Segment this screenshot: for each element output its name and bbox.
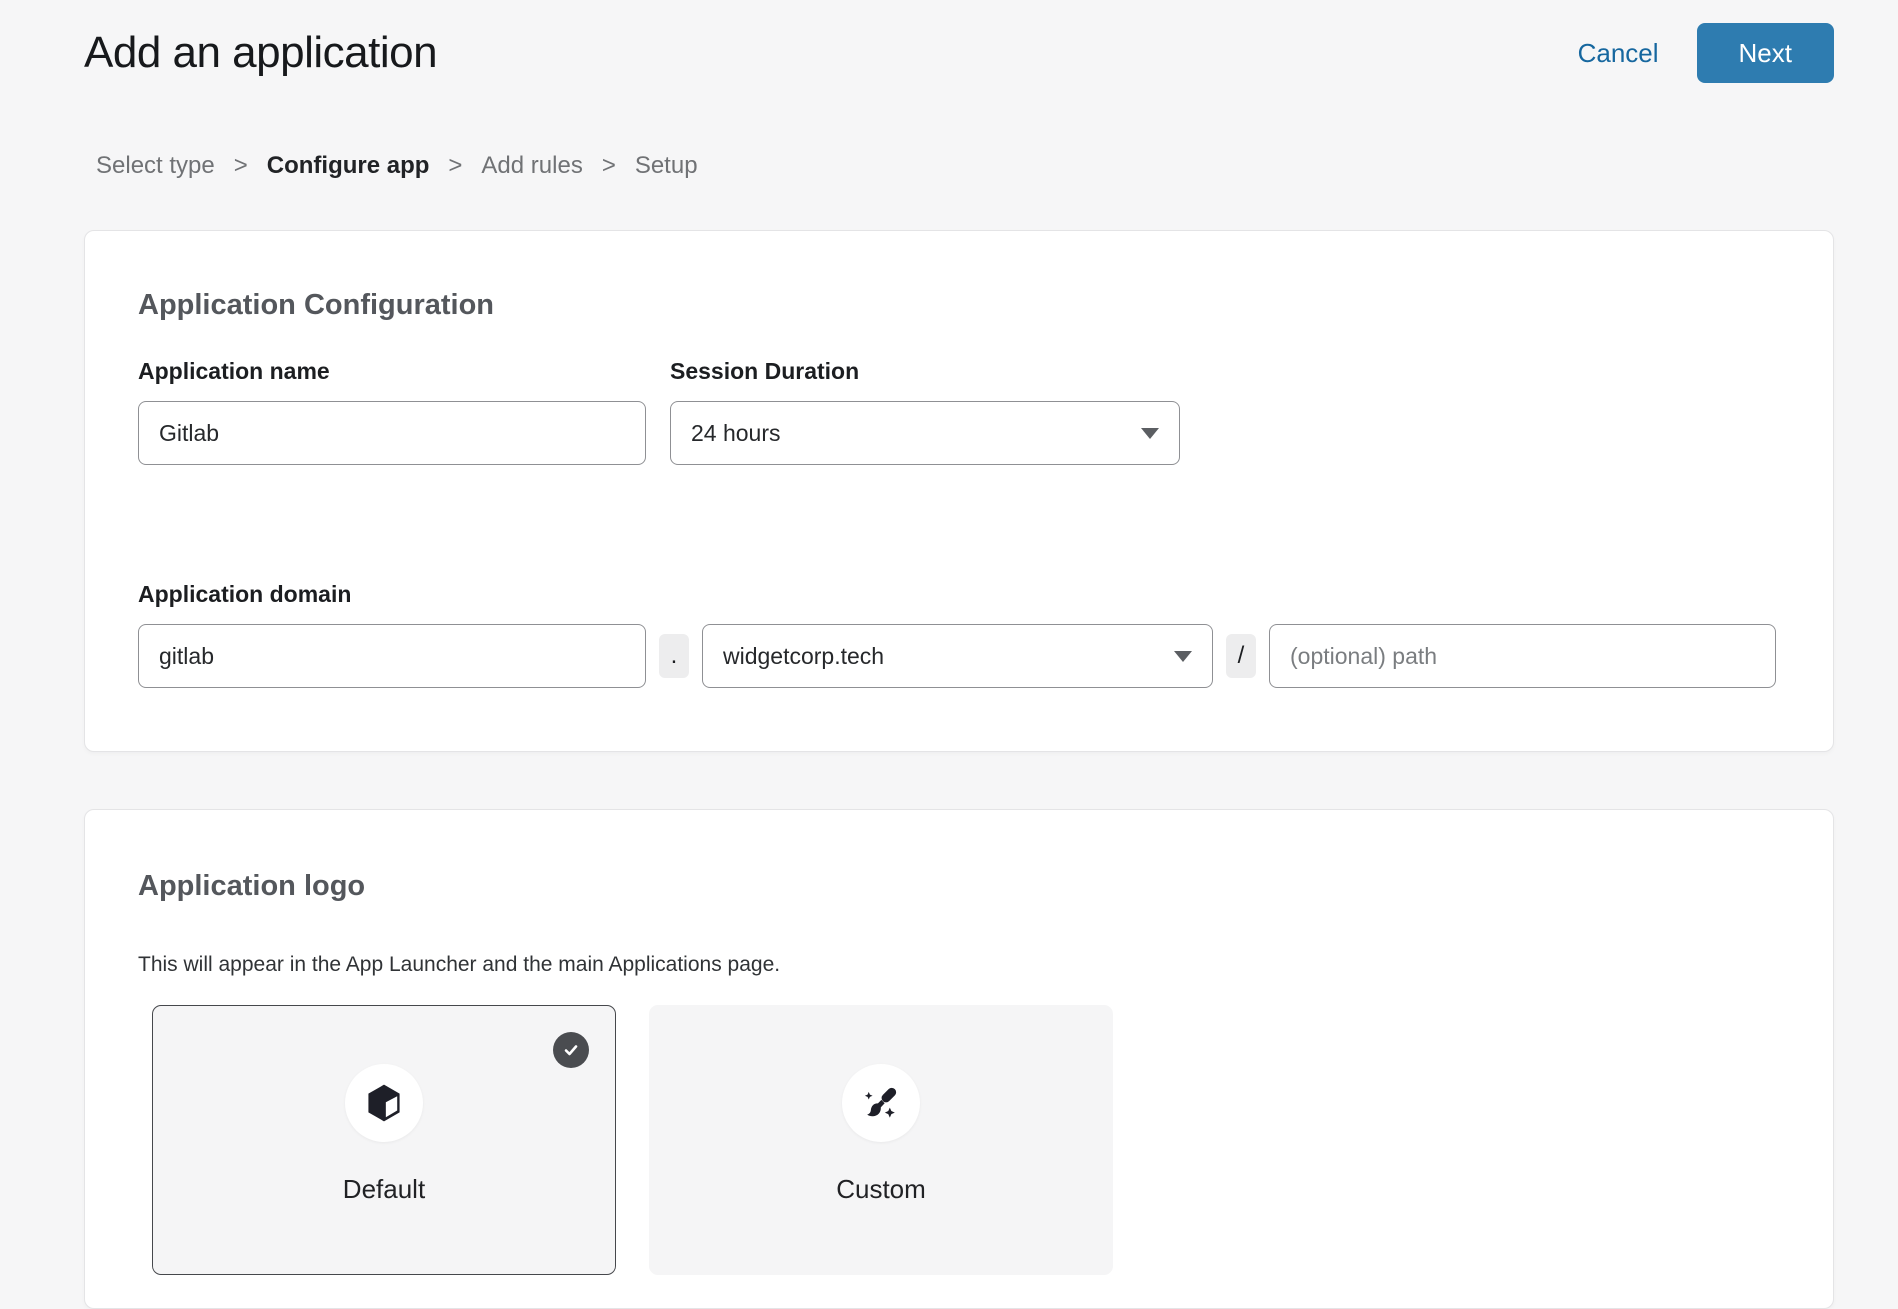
logo-option-label: Default bbox=[343, 1174, 425, 1205]
session-duration-field-group: Session Duration 24 hours bbox=[670, 358, 1180, 465]
application-name-field-group: Application name bbox=[138, 358, 646, 465]
selected-check-icon bbox=[553, 1032, 589, 1068]
application-domain-label: Application domain bbox=[138, 581, 1776, 608]
breadcrumb: Select type > Configure app > Add rules … bbox=[96, 152, 1898, 180]
name-duration-row: Application name Session Duration 24 hou… bbox=[138, 358, 1776, 465]
chevron-down-icon bbox=[1141, 428, 1159, 439]
dot-separator: . bbox=[659, 634, 689, 678]
subdomain-input[interactable] bbox=[138, 624, 646, 688]
application-name-label: Application name bbox=[138, 358, 330, 384]
breadcrumb-separator: > bbox=[448, 152, 462, 180]
application-logo-card: Application logo This will appear in the… bbox=[84, 809, 1834, 1309]
slash-separator: / bbox=[1226, 634, 1256, 678]
page-header: Add an application Cancel Next bbox=[0, 0, 1898, 86]
breadcrumb-step-select-type[interactable]: Select type bbox=[96, 152, 215, 180]
paintbrush-icon bbox=[858, 1080, 904, 1126]
cube-icon bbox=[362, 1081, 406, 1125]
application-configuration-card: Application Configuration Application na… bbox=[84, 230, 1834, 752]
application-logo-description: This will appear in the App Launcher and… bbox=[138, 953, 1776, 977]
next-button[interactable]: Next bbox=[1697, 23, 1834, 83]
logo-option-default[interactable]: Default bbox=[152, 1005, 616, 1275]
breadcrumb-step-setup[interactable]: Setup bbox=[635, 152, 698, 180]
logo-option-custom[interactable]: Custom bbox=[649, 1005, 1113, 1275]
domain-select[interactable]: widgetcorp.tech bbox=[702, 624, 1213, 688]
cancel-button[interactable]: Cancel bbox=[1578, 38, 1659, 69]
path-input[interactable] bbox=[1269, 624, 1776, 688]
session-duration-value: 24 hours bbox=[691, 420, 781, 447]
breadcrumb-step-configure-app[interactable]: Configure app bbox=[267, 152, 430, 180]
session-duration-select[interactable]: 24 hours bbox=[670, 401, 1180, 465]
page-title: Add an application bbox=[84, 28, 437, 78]
header-actions: Cancel Next bbox=[1578, 23, 1834, 83]
application-domain-row: . widgetcorp.tech / bbox=[138, 608, 1776, 688]
breadcrumb-separator: > bbox=[602, 152, 616, 180]
section-title-application-logo: Application logo bbox=[138, 870, 1776, 903]
logo-option-label: Custom bbox=[836, 1174, 926, 1205]
application-name-input[interactable] bbox=[138, 401, 646, 465]
section-title-application-configuration: Application Configuration bbox=[138, 289, 1776, 322]
session-duration-label: Session Duration bbox=[670, 358, 859, 384]
logo-option-tiles: Default Custom bbox=[152, 1005, 1776, 1275]
breadcrumb-step-add-rules[interactable]: Add rules bbox=[481, 152, 582, 180]
custom-logo-circle bbox=[842, 1064, 920, 1142]
default-logo-circle bbox=[345, 1064, 423, 1142]
breadcrumb-separator: > bbox=[234, 152, 248, 180]
chevron-down-icon bbox=[1174, 651, 1192, 662]
domain-select-value: widgetcorp.tech bbox=[723, 643, 884, 670]
